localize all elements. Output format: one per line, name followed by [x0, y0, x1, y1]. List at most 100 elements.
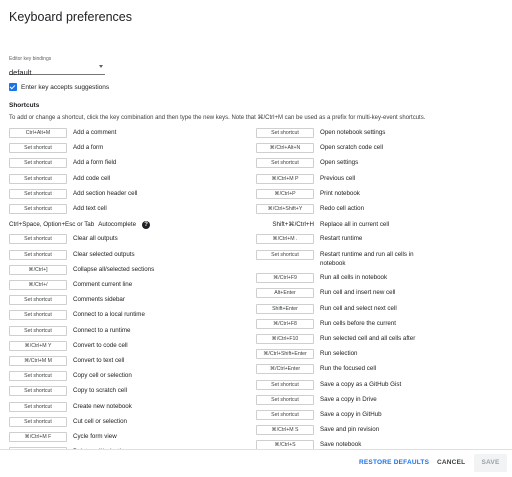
save-button[interactable]: SAVE: [474, 454, 507, 472]
shortcut-row: ⌘/Ctrl+M . Restart runtime: [256, 234, 363, 245]
shortcut-row: Alt+Enter Run cell and insert new cell: [256, 288, 396, 299]
shortcut-label: Cycle form view: [73, 433, 117, 440]
shortcut-label: Collapse all/selected sections: [73, 265, 155, 273]
shortcut-key-button[interactable]: Set shortcut: [256, 249, 314, 260]
shortcut-row: ⌘/Ctrl+M F Cycle form view: [9, 432, 117, 442]
restore-defaults-button[interactable]: RESTORE DEFAULTS: [359, 459, 429, 466]
shortcut-label: Print notebook: [320, 189, 360, 197]
shortcut-key-button[interactable]: Set shortcut: [9, 249, 67, 260]
shortcut-row: ⌘/Ctrl+Enter Run the focused cell: [256, 364, 376, 375]
shortcut-row: ⌘/Ctrl+Shift+Enter Run selection: [256, 349, 358, 360]
shortcut-key-button[interactable]: Set shortcut: [9, 204, 67, 214]
editor-bindings-select[interactable]: default: [9, 62, 105, 77]
cancel-button[interactable]: CANCEL: [437, 459, 465, 466]
shortcut-key-button[interactable]: Set shortcut: [9, 295, 67, 306]
shortcut-label: Convert to text cell: [73, 357, 125, 364]
shortcut-key-button[interactable]: Set shortcut: [256, 158, 314, 169]
shortcut-label: Cut cell or selection: [73, 417, 127, 425]
suggestions-row[interactable]: Enter key accepts suggestions: [9, 82, 109, 92]
chevron-down-icon: [99, 65, 103, 68]
shortcut-label: Add section header cell: [73, 189, 138, 197]
shortcut-key-button[interactable]: ⌘/Ctrl+M .: [256, 234, 314, 245]
shortcut-key-button[interactable]: Set shortcut: [9, 310, 67, 321]
shortcut-label: Clear all outputs: [73, 235, 118, 243]
replace-all-keys[interactable]: Shift+⌘/Ctrl+H: [256, 220, 314, 229]
shortcut-key-button[interactable]: Shift+Enter: [256, 303, 314, 314]
shortcut-row: Set shortcut Cut cell or selection: [9, 416, 127, 427]
shortcut-key-button[interactable]: ⌘/Ctrl+M S: [256, 425, 314, 436]
shortcut-key-button[interactable]: ⌘/Ctrl+F8: [256, 318, 314, 329]
shortcut-key-button[interactable]: Set shortcut: [9, 371, 67, 382]
shortcut-row: ⌘/Ctrl+M Y Convert to code cell: [9, 340, 128, 351]
shortcut-key-button[interactable]: ⌘/Ctrl+Alt+N: [256, 143, 314, 154]
shortcut-label: Run all cells in notebook: [320, 274, 388, 282]
shortcut-key-button[interactable]: ⌘/Ctrl+Shift+Enter: [256, 349, 314, 360]
shortcut-label: Open notebook settings: [320, 129, 386, 136]
shortcut-row: ⌘/Ctrl+P Print notebook: [256, 188, 360, 199]
shortcut-key-button[interactable]: ⌘/Ctrl+Shift+Y: [256, 204, 314, 214]
shortcut-key-button[interactable]: Ctrl+Alt+M: [9, 128, 67, 138]
shortcut-key-button[interactable]: ⌘/Ctrl+F9: [256, 273, 314, 284]
shortcut-key-button[interactable]: Set shortcut: [9, 234, 67, 245]
shortcut-label: Add text cell: [73, 205, 107, 212]
shortcut-row: Set shortcut Create new notebook: [9, 401, 132, 412]
help-icon[interactable]: ?: [142, 220, 151, 229]
shortcut-key-button[interactable]: ⌘/Ctrl+F10: [256, 333, 314, 344]
shortcut-row: Shift+Enter Run cell and select next cell: [256, 303, 397, 314]
shortcut-key-button[interactable]: Set shortcut: [9, 386, 67, 397]
shortcut-row: Set shortcut Comments sidebar: [9, 295, 125, 306]
shortcut-key-button[interactable]: Set shortcut: [9, 173, 67, 184]
shortcut-key-button[interactable]: Alt+Enter: [256, 288, 314, 299]
shortcut-row: Set shortcut Add code cell: [9, 173, 110, 184]
shortcut-label: Run cells before the current: [320, 319, 397, 327]
shortcut-key-button[interactable]: Set shortcut: [9, 158, 67, 169]
autocomplete-row: Ctrl+Space, Option+Esc or Tab Autocomple…: [9, 220, 151, 229]
shortcut-key-button[interactable]: Set shortcut: [256, 394, 314, 405]
shortcut-key-button[interactable]: ⌘/Ctrl+P: [256, 188, 314, 199]
shortcut-label: Add a comment: [73, 129, 117, 136]
shortcut-label: Restart runtime: [320, 235, 363, 243]
shortcut-row: Ctrl+Alt+M Add a comment: [9, 128, 116, 138]
shortcut-key-button[interactable]: Set shortcut: [9, 325, 67, 336]
shortcut-label: Connect to a local runtime: [73, 311, 145, 319]
shortcut-key-button[interactable]: Set shortcut: [9, 188, 67, 199]
shortcut-key-button[interactable]: Set shortcut: [256, 128, 314, 138]
replace-all-row: Shift+⌘/Ctrl+H Replace all in current ce…: [256, 220, 389, 229]
dialog-footer: RESTORE DEFAULTS CANCEL SAVE: [0, 449, 512, 477]
shortcut-key-button[interactable]: ⌘/Ctrl+/: [9, 280, 67, 290]
shortcut-row: Set shortcut Save a copy as a GitHub Gist: [256, 379, 401, 390]
shortcut-label: Comments sidebar: [73, 296, 125, 304]
shortcut-row: ⌘/Ctrl+Shift+Y Redo cell action: [256, 204, 364, 214]
shortcut-label: Add a form: [73, 144, 104, 152]
shortcut-label: Save and pin revision: [320, 426, 380, 434]
shortcut-label: Copy to scratch cell: [73, 387, 127, 395]
shortcuts-heading: Shortcuts: [9, 102, 40, 109]
shortcut-key-button[interactable]: ⌘/Ctrl+M Y: [9, 340, 67, 351]
shortcut-row: ⌘/Ctrl+M M Convert to text cell: [9, 356, 124, 366]
shortcut-key-button[interactable]: ⌘/Ctrl+Enter: [256, 364, 314, 375]
shortcut-key-button[interactable]: Set shortcut: [256, 379, 314, 390]
shortcut-row: Set shortcut Restart runtime and run all …: [256, 249, 440, 269]
shortcut-key-button[interactable]: Set shortcut: [9, 401, 67, 412]
shortcut-row: Set shortcut Open notebook settings: [256, 128, 385, 138]
autocomplete-keys: Ctrl+Space, Option+Esc or Tab: [9, 221, 95, 229]
shortcut-key-button[interactable]: ⌘/Ctrl+]: [9, 264, 67, 275]
replace-all-label: Replace all in current cell: [320, 221, 390, 229]
suggestions-checkbox[interactable]: [9, 83, 17, 91]
shortcut-label: Run selected cell and all cells after: [320, 334, 416, 342]
shortcut-row: Set shortcut Add text cell: [9, 204, 107, 214]
shortcut-row: ⌘/Ctrl+] Collapse all/selected sections: [9, 264, 155, 275]
shortcut-key-button[interactable]: Set shortcut: [9, 143, 67, 154]
suggestions-label: Enter key accepts suggestions: [21, 83, 110, 91]
shortcut-label: Add a form field: [73, 159, 117, 167]
shortcut-label: Run cell and insert new cell: [320, 289, 396, 297]
shortcut-key-button[interactable]: ⌘/Ctrl+M F: [9, 432, 67, 442]
shortcut-row: Set shortcut Clear all outputs: [9, 234, 118, 245]
shortcut-row: Set shortcut Add a form: [9, 143, 104, 154]
shortcut-key-button[interactable]: ⌘/Ctrl+M M: [9, 356, 67, 366]
shortcut-key-button[interactable]: Set shortcut: [256, 409, 314, 420]
shortcut-label: Restart runtime and run all cells in not…: [320, 250, 414, 268]
shortcut-key-button[interactable]: ⌘/Ctrl+M P: [256, 173, 314, 184]
shortcut-label: Connect to a runtime: [73, 326, 131, 334]
shortcut-key-button[interactable]: Set shortcut: [9, 416, 67, 427]
